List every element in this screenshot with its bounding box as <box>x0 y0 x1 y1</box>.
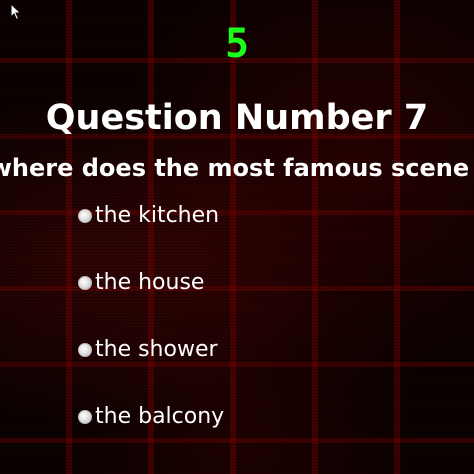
answer-option-house[interactable]: the house <box>78 265 224 301</box>
radio-button-icon[interactable] <box>78 209 92 223</box>
question-number-heading: Question Number 7 <box>45 98 429 138</box>
countdown-timer: 5 <box>224 21 250 67</box>
background-grid <box>0 0 474 474</box>
answer-label: the shower <box>95 337 218 362</box>
answer-option-kitchen[interactable]: the kitchen <box>78 198 224 234</box>
answer-option-balcony[interactable]: the balcony <box>78 399 224 435</box>
answer-option-shower[interactable]: the shower <box>78 332 224 368</box>
question-text: In Psycho, where does the most famous sc… <box>0 154 474 182</box>
scanline-overlay <box>0 0 474 474</box>
answer-list: the kitchen the house the shower the bal… <box>78 198 224 466</box>
radio-button-icon[interactable] <box>78 343 92 357</box>
radio-button-icon[interactable] <box>78 276 92 290</box>
answer-label: the balcony <box>95 404 225 429</box>
radio-button-icon[interactable] <box>78 410 92 424</box>
answer-label: the house <box>95 270 205 295</box>
quiz-screen: 5 Question Number 7 In Psycho, where doe… <box>0 0 474 474</box>
answer-label: the kitchen <box>95 203 220 228</box>
